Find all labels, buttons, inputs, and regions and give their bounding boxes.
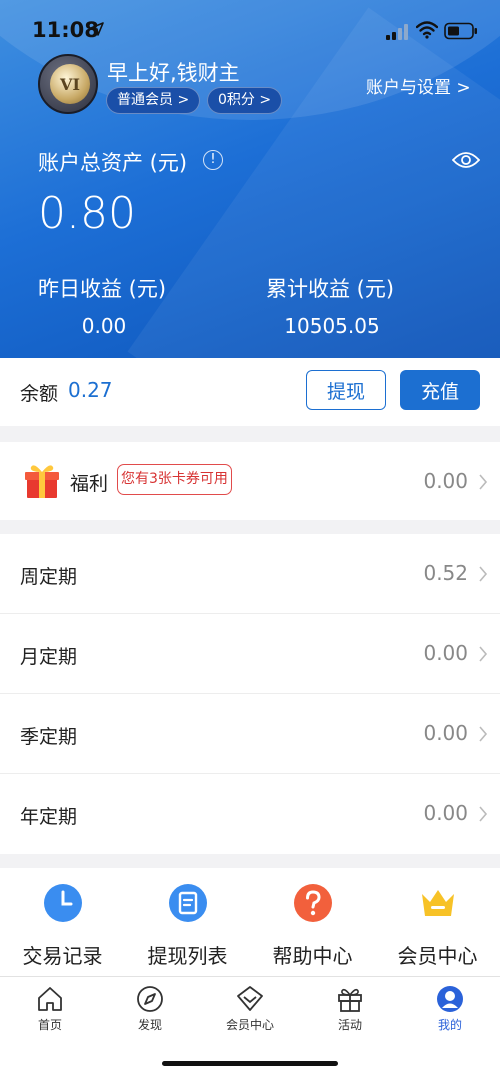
points-pill[interactable]: 0积分 > (207, 87, 283, 114)
info-icon[interactable]: ! (203, 150, 223, 170)
tab-discover[interactable]: 发现 (100, 985, 200, 1045)
chevron-right-icon (479, 646, 488, 662)
tab-label: 首页 (37, 1018, 62, 1032)
tab-activity[interactable]: 活动 (300, 985, 400, 1045)
quick-link-label: 提现列表 (147, 944, 228, 968)
quick-link-label: 帮助中心 (272, 944, 353, 968)
tab-label: 会员中心 (225, 1018, 274, 1032)
chevron-right-icon (479, 806, 488, 822)
term-label: 季定期 (20, 726, 78, 748)
quick-link-member-center[interactable]: 会员中心 (375, 868, 500, 976)
tab-member-center[interactable]: 会员中心 (200, 985, 300, 1045)
total-assets-label: 账户总资产 (元) (38, 151, 188, 175)
tab-mine[interactable]: 我的 (400, 985, 500, 1045)
greeting-text: 早上好,钱财主 (107, 61, 240, 85)
member-level-badge: VI (50, 64, 90, 104)
crown-icon (422, 890, 454, 916)
wifi-icon (416, 21, 438, 39)
chevron-right-icon (479, 566, 488, 582)
tab-label: 发现 (137, 1018, 162, 1032)
term-deposit-list: 周定期 0.52 月定期 0.00 季定期 0.00 年定期 0.00 (0, 534, 500, 854)
user-icon (437, 986, 463, 1012)
term-value: 0.00 (423, 721, 468, 745)
status-bar: 11:08 (0, 0, 500, 56)
term-label: 周定期 (20, 566, 78, 588)
quick-link-help-center[interactable]: 帮助中心 (250, 868, 375, 976)
quick-link-label: 会员中心 (397, 944, 478, 968)
balance-row: 余额 0.27 提现 充值 (0, 358, 500, 426)
gift-icon (338, 988, 362, 1012)
compass-icon (137, 986, 163, 1012)
bottom-tab-bar: 首页 发现 会员中心 活动 我的 (0, 976, 500, 1068)
eye-icon[interactable] (452, 150, 480, 170)
recharge-button[interactable]: 充值 (400, 370, 480, 410)
withdraw-button[interactable]: 提现 (306, 370, 386, 410)
yesterday-earnings-value: 0.00 (81, 314, 127, 338)
chevron-right-icon (479, 474, 488, 490)
cumulative-earnings-value: 10505.05 (284, 314, 380, 338)
term-value: 0.00 (423, 641, 468, 665)
total-assets-value: 0.80 (38, 188, 136, 239)
home-icon (38, 987, 62, 1011)
diamond-icon (237, 986, 263, 1011)
avatar[interactable]: VI (38, 54, 98, 114)
battery-icon (444, 22, 477, 40)
cumulative-earnings-label: 累计收益 (元) (266, 277, 395, 301)
term-row-weekly[interactable]: 周定期 0.52 (0, 534, 500, 614)
coupon-available-tag: 您有3张卡券可用 (117, 464, 232, 495)
term-value: 0.52 (423, 561, 468, 585)
status-time: 11:08 (32, 18, 99, 42)
term-row-monthly[interactable]: 月定期 0.00 (0, 614, 500, 694)
term-label: 年定期 (20, 806, 78, 828)
quick-link-transactions[interactable]: 交易记录 (0, 868, 125, 976)
gift-box-icon (25, 465, 59, 498)
quick-links-panel: 交易记录 提现列表 帮助中心 会员中心 (0, 868, 500, 976)
chevron-right-icon (479, 726, 488, 742)
quick-link-label: 交易记录 (22, 944, 103, 968)
tab-label: 活动 (337, 1018, 362, 1032)
term-row-yearly[interactable]: 年定期 0.00 (0, 774, 500, 854)
quick-link-withdraw-list[interactable]: 提现列表 (125, 868, 250, 976)
term-label: 月定期 (20, 646, 78, 668)
term-row-quarterly[interactable]: 季定期 0.00 (0, 694, 500, 774)
welfare-value: 0.00 (423, 469, 468, 493)
welfare-label: 福利 (70, 473, 109, 495)
welfare-row[interactable]: 福利 您有3张卡券可用 0.00 (0, 442, 500, 520)
document-icon (169, 884, 207, 922)
tab-label: 我的 (437, 1018, 462, 1032)
account-settings-link[interactable]: 账户与设置 > (366, 73, 471, 98)
term-value: 0.00 (423, 801, 468, 825)
home-indicator (162, 1061, 338, 1066)
member-level-pill[interactable]: 普通会员 > (106, 87, 201, 114)
clock-icon (44, 884, 82, 922)
help-icon (294, 884, 332, 922)
yesterday-earnings-label: 昨日收益 (元) (38, 277, 167, 301)
balance-value: 0.27 (68, 378, 113, 402)
account-header: 11:08 VI 早上好,钱财主 普通会员 > 0积分 > 账户与设置 > 账户… (0, 0, 500, 358)
cellular-signal-icon (386, 24, 408, 40)
tab-home[interactable]: 首页 (0, 985, 100, 1045)
location-arrow-icon (90, 22, 104, 36)
balance-label: 余额 (20, 383, 59, 405)
